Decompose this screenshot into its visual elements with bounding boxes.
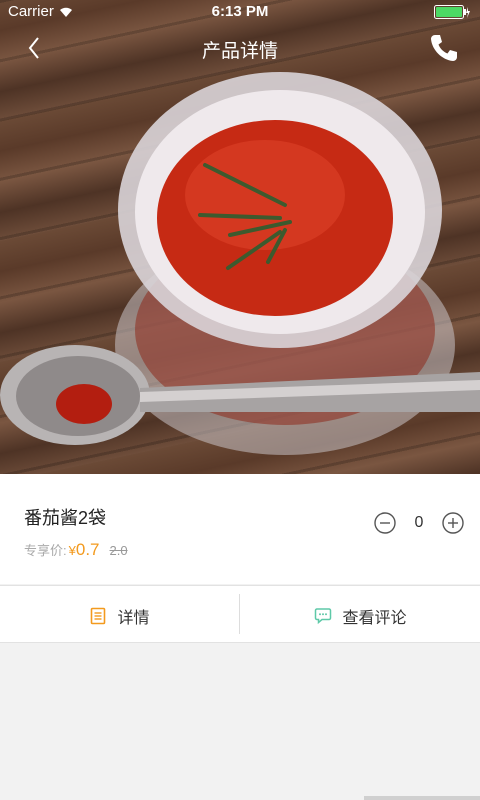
battery-icon: [434, 5, 470, 19]
tab-divider: [239, 594, 240, 634]
tab-reviews-label: 查看评论: [342, 610, 407, 627]
status-bar: Carrier 6:13 PM: [0, 0, 480, 24]
phone-icon[interactable]: [428, 32, 460, 64]
original-price: 2.0: [109, 543, 128, 558]
tab-details[interactable]: 详情: [0, 586, 239, 642]
tab-details-label: 详情: [117, 610, 150, 627]
status-time: 6:13 PM: [211, 3, 269, 20]
price-label: 专享价:: [24, 543, 67, 558]
tab-reviews[interactable]: 查看评论: [241, 586, 480, 642]
product-name: 番茄酱2袋: [24, 508, 107, 528]
scroll-indicator: [364, 796, 480, 800]
quantity-value: 0: [414, 514, 424, 531]
nav-bar: 产品详情: [0, 24, 480, 72]
product-info-panel: 番茄酱2袋 专享价: ¥0.7 2.0 0: [0, 474, 480, 584]
price-row: 专享价: ¥0.7 2.0: [24, 540, 128, 560]
quantity-stepper: 0: [374, 512, 464, 536]
currency-symbol: ¥: [68, 543, 76, 558]
plus-icon[interactable]: [442, 512, 464, 534]
content-area: [0, 643, 480, 800]
minus-icon[interactable]: [374, 512, 396, 534]
chat-bubble-icon: [315, 608, 332, 625]
tab-bar: 详情 查看评论: [0, 585, 480, 643]
document-icon: [91, 607, 106, 625]
product-price: 0.7: [75, 540, 100, 559]
page-title: 产品详情: [201, 41, 278, 62]
